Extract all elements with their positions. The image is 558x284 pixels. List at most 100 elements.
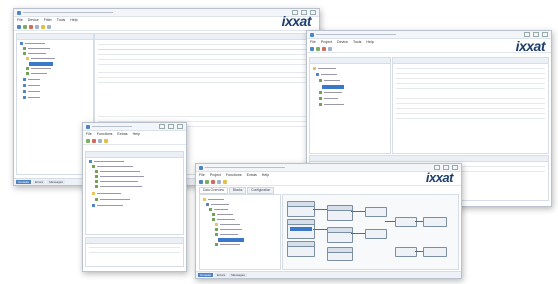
configurator-titlebar[interactable] [307,31,551,39]
menu-device[interactable]: Device [337,40,348,44]
menu-file[interactable]: File [17,18,23,22]
table-row[interactable] [396,88,545,89]
toolbar-stop-icon[interactable] [29,24,33,29]
table-row[interactable] [98,77,313,78]
menu-functions[interactable]: Functions [97,132,113,136]
table-row[interactable] [89,247,180,248]
tree-item[interactable] [26,67,51,70]
table-row[interactable] [396,68,545,69]
toolbar-disconnect-icon[interactable] [322,46,326,51]
status-tab-messages[interactable]: Messages [47,180,65,184]
tree-item[interactable] [23,78,40,81]
tab-configuration[interactable]: Configuration [247,187,275,194]
tree-item[interactable] [319,97,338,100]
tree-item[interactable] [206,203,229,206]
minimize-icon[interactable] [159,124,165,129]
table-row[interactable] [98,59,313,60]
monitor-titlebar[interactable] [83,123,186,131]
toolbar-stop-icon[interactable] [92,138,96,143]
diagram-titlebar[interactable] [196,164,461,172]
toolbar-settings-icon[interactable] [217,179,221,184]
status-tab-errors[interactable]: Errors [33,180,46,184]
toolbar-start-icon[interactable] [86,138,90,143]
menu-help[interactable]: Help [133,132,140,136]
menu-filter[interactable]: Filter [44,18,52,22]
table-row[interactable] [98,54,313,55]
maximize-icon[interactable] [533,32,539,37]
table-row[interactable] [396,98,545,99]
diagram-canvas[interactable] [282,194,459,270]
close-icon[interactable] [177,124,183,129]
window-controls[interactable] [159,124,183,129]
minimize-icon[interactable] [524,32,530,37]
menu-help[interactable]: Help [262,173,269,177]
tab-blocks[interactable]: Blocks [228,187,247,194]
table-row[interactable] [98,49,313,50]
tree-item[interactable] [92,192,121,195]
tree-item[interactable] [319,91,342,94]
tree-item[interactable] [26,57,55,60]
diagram-block[interactable] [395,247,417,257]
toolbar-settings-icon[interactable] [328,46,332,51]
tree-item[interactable] [23,90,40,93]
toolbar-filter-icon[interactable] [223,179,227,184]
menu-project[interactable]: Project [210,173,221,177]
tree-item[interactable] [92,165,133,168]
table-row[interactable] [98,72,313,73]
table-row[interactable] [98,82,313,83]
status-tab-console[interactable]: Console [16,180,32,184]
status-tab-errors[interactable]: Errors [215,273,228,277]
status-tab-messages[interactable]: Messages [229,273,247,277]
toolbar-run-icon[interactable] [205,179,209,184]
menu-project[interactable]: Project [321,40,332,44]
tree-item[interactable] [89,160,124,163]
toolbar-filter-icon[interactable] [104,138,108,143]
toolbar-filter-icon[interactable] [41,24,45,29]
menu-tools[interactable]: Tools [353,40,361,44]
close-icon[interactable] [542,32,548,37]
tree-item[interactable] [23,84,40,87]
tree-item[interactable] [23,47,50,50]
toolbar-start-icon[interactable] [23,24,27,29]
menu-extras[interactable]: Extras [117,132,127,136]
status-tab-console[interactable]: Console [198,273,214,277]
diagram-block[interactable] [365,229,387,239]
tree-item[interactable] [20,42,45,45]
diagram-block[interactable] [327,205,353,221]
menu-tools[interactable]: Tools [57,18,65,22]
table-row[interactable] [98,116,313,117]
toolbar-new-icon[interactable] [199,179,203,184]
window-controls[interactable] [524,32,548,37]
table-row[interactable] [396,78,545,79]
tree-item[interactable] [95,180,138,183]
tree-item[interactable] [319,79,340,82]
tree-item[interactable] [215,223,240,226]
diagram-block[interactable] [287,241,315,257]
table-row[interactable] [396,73,545,74]
maximize-icon[interactable] [168,124,174,129]
menu-extras[interactable]: Extras [247,173,257,177]
toolbar-settings-icon[interactable] [98,138,102,143]
table-row[interactable] [396,103,545,104]
menu-help[interactable]: Help [70,18,77,22]
diagram-block[interactable] [327,247,353,261]
menu-help[interactable]: Help [366,40,373,44]
toolbar-stop-icon[interactable] [211,179,215,184]
table-row[interactable] [98,44,313,45]
menu-file[interactable]: File [86,132,92,136]
tree-item[interactable] [212,213,233,216]
table-row[interactable] [396,83,545,84]
toolbar-save-icon[interactable] [47,24,51,29]
menu-file[interactable]: File [310,40,316,44]
diagram-block[interactable] [423,247,447,257]
toolbar-settings-icon[interactable] [35,24,39,29]
tree-item[interactable] [313,67,336,70]
tree-item[interactable] [215,233,238,236]
menu-functions[interactable]: Functions [226,173,242,177]
tree-item[interactable] [95,198,130,201]
tree-item[interactable] [319,103,344,106]
table-row[interactable] [396,108,545,109]
tree-item[interactable] [209,208,228,211]
tab-data-overview[interactable]: Data Overview [199,187,228,194]
diagram-block[interactable] [423,217,447,227]
